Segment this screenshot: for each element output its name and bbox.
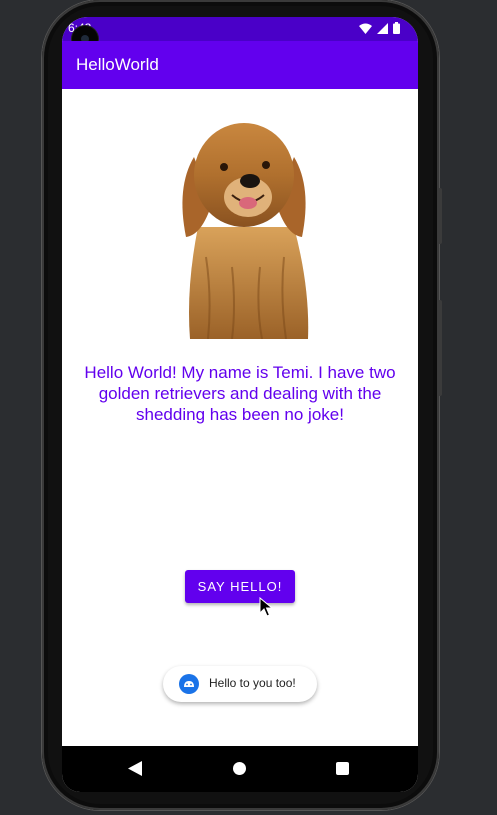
- wifi-icon: [359, 23, 372, 34]
- toast-text: Hello to you too!: [209, 676, 296, 690]
- app-bar: HelloWorld: [62, 41, 418, 89]
- status-bar: 6:43: [62, 17, 418, 41]
- status-icons: [359, 22, 400, 34]
- power-button: [438, 188, 442, 244]
- say-hello-button[interactable]: SAY HELLO!: [185, 570, 295, 603]
- volume-button: [438, 300, 442, 396]
- mouse-pointer-icon: [259, 597, 273, 617]
- home-icon[interactable]: [233, 762, 246, 775]
- app-title: HelloWorld: [76, 55, 159, 74]
- android-icon: [179, 674, 199, 694]
- hello-message: Hello World! My name is Temi. I have two…: [84, 363, 396, 424]
- recents-icon[interactable]: [336, 762, 349, 775]
- navigation-bar: [62, 746, 418, 792]
- golden-retriever-image: [182, 123, 309, 339]
- signal-icon: [377, 22, 388, 34]
- device-screen: 6:43 HelloWorld: [62, 17, 418, 792]
- battery-icon: [393, 22, 400, 34]
- back-icon[interactable]: [128, 761, 142, 776]
- toast: Hello to you too!: [163, 666, 317, 702]
